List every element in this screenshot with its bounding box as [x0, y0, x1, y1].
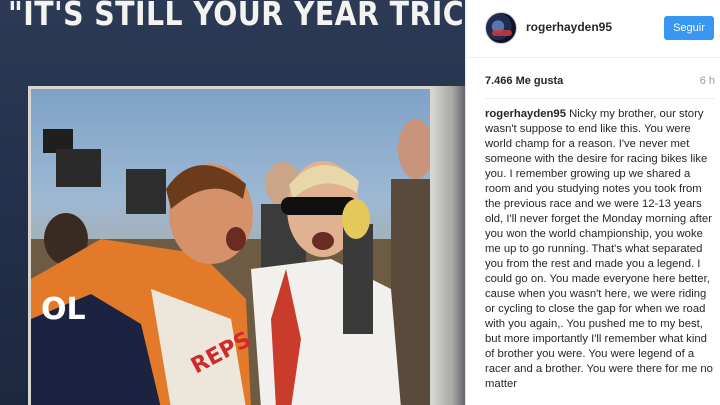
poster-photo: OL REPS — [28, 86, 433, 405]
post-sidebar: rogerhayden95 Seguir 7.466 Me gusta 6 h … — [465, 0, 720, 405]
right-person-head — [398, 119, 430, 179]
post-caption: rogerhayden95 Nicky my brother, our stor… — [485, 107, 715, 392]
username-link[interactable]: rogerhayden95 — [526, 20, 612, 34]
caption-username-link[interactable]: rogerhayden95 — [485, 108, 566, 120]
second-rider-mouth — [312, 232, 334, 250]
likes-row: 7.466 Me gusta 6 h — [485, 75, 715, 91]
celebration-photo-illustration: OL REPS — [31, 119, 430, 405]
suit-logo-text: OL — [41, 292, 86, 327]
divider — [485, 98, 715, 99]
avatar[interactable] — [485, 12, 517, 44]
caption-text: Nicky my brother, our story wasn't suppo… — [485, 108, 713, 390]
rider-open-mouth — [226, 227, 246, 251]
post-time[interactable]: 6 h — [700, 75, 715, 87]
likes-count[interactable]: 7.466 Me gusta — [485, 75, 563, 87]
camera-left — [126, 169, 166, 214]
post-image[interactable]: "IT'S STILL YOUR YEAR TRICK" OL REPS — [0, 0, 465, 405]
helmet-strap — [343, 224, 373, 334]
frame-edge — [433, 86, 465, 405]
post-header: rogerhayden95 Seguir — [466, 0, 720, 58]
follow-button[interactable]: Seguir — [664, 16, 714, 40]
poster-headline: "IT'S STILL YOUR YEAR TRICK" — [8, 0, 465, 33]
yellow-glove — [342, 199, 370, 239]
camera-body — [56, 149, 101, 187]
